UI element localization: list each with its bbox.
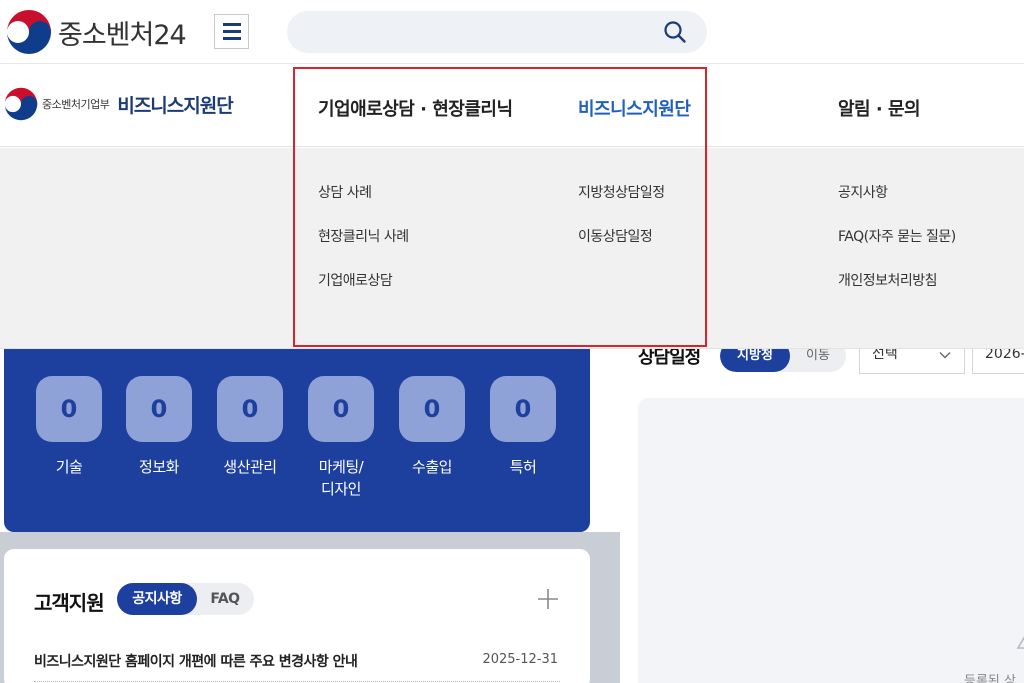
category-label: 기술: [55, 458, 83, 476]
category-label: 수출입: [412, 458, 452, 476]
page: 중소벤처24 중소벤처기업부 비즈니스지원단 기업애로상담 · 현장클리닉 비즈…: [0, 0, 1024, 683]
category-count: 0: [217, 376, 283, 442]
hamburger-menu-button[interactable]: [214, 14, 249, 49]
site-name: 중소벤처24: [58, 19, 187, 51]
menu-item-regional-schedule[interactable]: 지방청상담일정: [578, 182, 665, 226]
warning-icon: [1016, 636, 1024, 649]
menu-line-icon: [222, 23, 241, 26]
site-logo[interactable]: 중소벤처24: [6, 9, 187, 55]
category-count: 0: [126, 376, 192, 442]
business-unit-logo[interactable]: 중소벤처기업부 비즈니스지원단: [4, 87, 234, 121]
tab-faq[interactable]: FAQ: [199, 583, 251, 615]
category-count: 0: [36, 376, 102, 442]
menu-item-mobile-schedule[interactable]: 이동상담일정: [578, 226, 665, 270]
category-label: 생산관리: [223, 458, 277, 476]
government-emblem-icon: [4, 87, 38, 121]
dropdown-column-consulting: 상담 사례 현장클리닉 사례 기업애로상담: [318, 182, 409, 314]
category-technology[interactable]: 0 기술: [36, 376, 102, 478]
ministry-name: 중소벤처기업부: [42, 98, 110, 111]
category-count: 0: [308, 376, 374, 442]
support-title: 고객지원: [34, 591, 105, 615]
unit-name: 비즈니스지원단: [117, 94, 233, 117]
category-label: 정보화: [139, 458, 179, 476]
notice-post-title[interactable]: 비즈니스지원단 홈페이지 개편에 따른 주요 변경사항 안내: [34, 651, 358, 671]
divider: [34, 681, 560, 682]
category-informatization[interactable]: 0 정보화: [126, 376, 192, 478]
dropdown-column-notice: 공지사항 FAQ(자주 묻는 질문) 개인정보처리방침: [838, 182, 956, 314]
category-export-import[interactable]: 0 수출입: [399, 376, 465, 478]
main-navigation: 중소벤처기업부 비즈니스지원단 기업애로상담 · 현장클리닉 비즈니스지원단 알…: [0, 65, 1024, 147]
top-bar: 중소벤처24: [0, 0, 1024, 64]
notice-post-date: 2025-12-31: [482, 652, 558, 667]
category-marketing-design[interactable]: 0 마케팅/ 디자인: [308, 376, 374, 500]
chevron-down-icon: [939, 352, 951, 359]
search-bar: [287, 11, 707, 53]
search-icon[interactable]: [663, 20, 687, 44]
category-count: 0: [399, 376, 465, 442]
tab-notice[interactable]: 공지사항: [117, 583, 197, 615]
menu-line-icon: [222, 37, 241, 40]
search-input[interactable]: [307, 11, 657, 53]
menu-item-consult-cases[interactable]: 상담 사례: [318, 182, 409, 226]
consulting-category-panel: 0 기술 0 정보화 0 생산관리 0 마케팅/ 디자인 0 수출입 0 특허: [4, 320, 590, 532]
dropdown-column-business-unit: 지방청상담일정 이동상담일정: [578, 182, 665, 270]
empty-schedule-text: 등록된 상: [964, 674, 1016, 683]
more-plus-icon[interactable]: [536, 587, 560, 611]
schedule-calendar: 등록된 상: [638, 398, 1024, 683]
menu-line-icon: [222, 30, 241, 33]
nav-item-consulting[interactable]: 기업애로상담 · 현장클리닉: [318, 95, 513, 121]
category-patent[interactable]: 0 특허: [490, 376, 556, 478]
mega-menu-dropdown: 상담 사례 현장클리닉 사례 기업애로상담 지방청상담일정 이동상담일정 공지사…: [0, 148, 1024, 349]
category-count: 0: [490, 376, 556, 442]
category-production[interactable]: 0 생산관리: [217, 376, 283, 478]
menu-item-faq[interactable]: FAQ(자주 묻는 질문): [838, 226, 956, 270]
nav-item-notice-inquiry[interactable]: 알림 · 문의: [838, 95, 921, 121]
menu-item-privacy-policy[interactable]: 개인정보처리방침: [838, 270, 956, 314]
category-label: 특허: [509, 458, 537, 476]
category-label: 마케팅/ 디자인: [318, 458, 364, 498]
customer-support-card: 고객지원 공지사항 FAQ 비즈니스지원단 홈페이지 개편에 따른 주요 변경사…: [4, 549, 590, 683]
support-tabs: 공지사항 FAQ: [117, 583, 254, 615]
menu-item-clinic-cases[interactable]: 현장클리닉 사례: [318, 226, 409, 270]
menu-item-notices[interactable]: 공지사항: [838, 182, 956, 226]
nav-item-business-unit[interactable]: 비즈니스지원단: [578, 95, 691, 121]
menu-item-difficulty-consult[interactable]: 기업애로상담: [318, 270, 409, 314]
government-emblem-icon: [7, 10, 51, 55]
